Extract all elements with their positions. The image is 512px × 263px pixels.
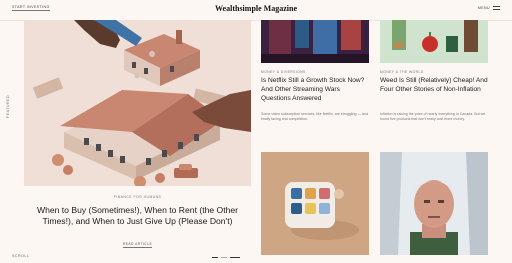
- app-icons-illustration: [261, 152, 369, 255]
- scroll-label: SCROLL: [12, 254, 30, 258]
- carousel-pager[interactable]: [212, 254, 252, 260]
- netflix-title[interactable]: Is Netflix Still a Growth Stock Now? And…: [261, 76, 371, 103]
- weed-excerpt: Inflation is raising the price of nearly…: [380, 112, 486, 122]
- products-illustration: [380, 20, 488, 63]
- weed-title[interactable]: Weed Is Still (Relatively) Cheap! And Fo…: [380, 76, 492, 94]
- netflix-card-image[interactable]: [261, 20, 369, 63]
- hero-illustration[interactable]: [24, 20, 251, 186]
- menu-label[interactable]: MENU: [478, 6, 490, 10]
- hamburger-icon[interactable]: [493, 6, 500, 10]
- hero-title[interactable]: When to Buy (Sometimes!), When to Rent (…: [30, 205, 245, 227]
- streaming-illustration: [261, 20, 369, 63]
- pager-progress: [230, 257, 240, 258]
- magazine-brand[interactable]: Wealthsimple Magazine: [0, 4, 512, 13]
- featured-label: FEATURED: [6, 94, 10, 118]
- netflix-excerpt: Some video subscription services, like N…: [261, 112, 369, 122]
- pager-dot-active[interactable]: [212, 257, 218, 258]
- top-bar: START INVESTING Wealthsimple Magazine ME…: [0, 0, 512, 21]
- portrait-card-image[interactable]: [380, 152, 488, 255]
- hero-category[interactable]: FINANCE FOR HUMANS: [24, 195, 251, 199]
- apps-card-image[interactable]: [261, 152, 369, 255]
- weed-category[interactable]: MONEY & THE WORLD: [380, 70, 424, 74]
- hero-article-card[interactable]: FINANCE FOR HUMANS When to Buy (Sometime…: [24, 186, 251, 254]
- netflix-category[interactable]: MONEY & DIVERSIONS: [261, 70, 306, 74]
- read-article-label[interactable]: READ ARTICLE: [122, 242, 153, 248]
- read-article-link[interactable]: READ ARTICLE: [24, 242, 251, 248]
- portrait-illustration: [380, 152, 488, 255]
- pager-dot[interactable]: [221, 257, 227, 258]
- weed-card-image[interactable]: [380, 20, 488, 63]
- house-illustration: [24, 20, 251, 186]
